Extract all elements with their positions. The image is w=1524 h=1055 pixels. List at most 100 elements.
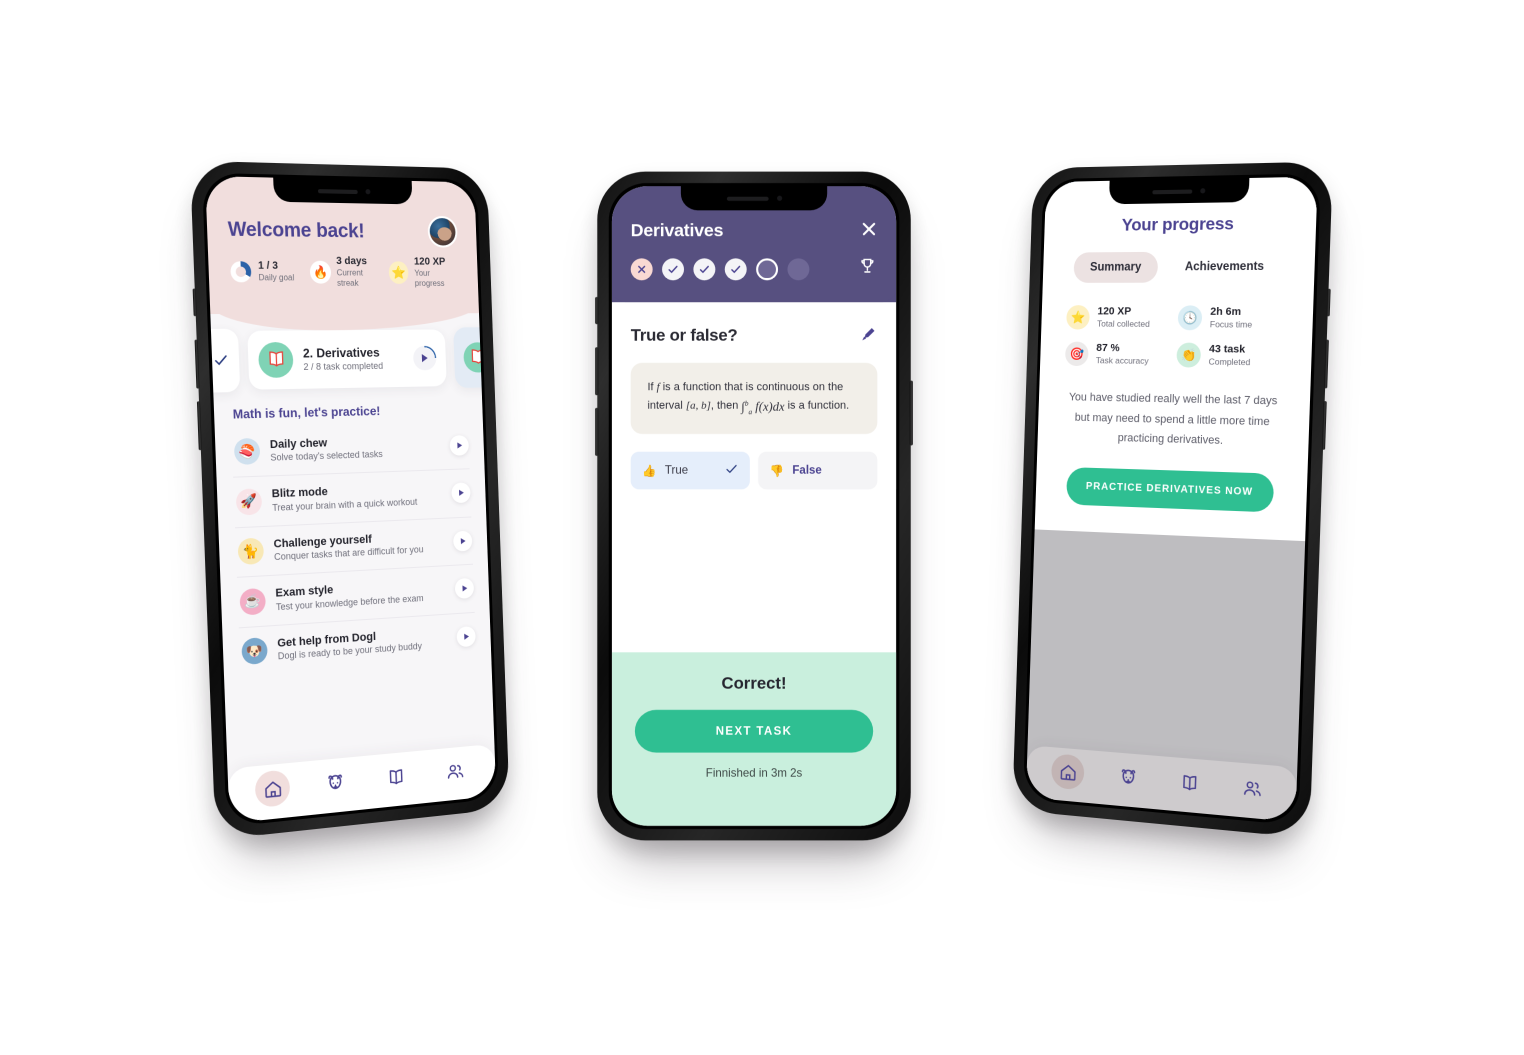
quiz-title: Derivatives xyxy=(631,221,878,242)
practice-task-list: 🍣 Daily chew Solve today's selected tasks… xyxy=(215,421,492,678)
play-progress-icon[interactable] xyxy=(413,345,437,370)
book-icon xyxy=(1178,771,1200,794)
course-card-current[interactable]: 2. Derivatives 2 / 8 task completed xyxy=(247,329,447,389)
task-play-button[interactable] xyxy=(455,578,475,599)
stat-label: Your progress xyxy=(414,268,459,288)
check-icon xyxy=(699,263,710,274)
thumbs-down-icon: 👎 xyxy=(770,464,784,478)
tab-dog[interactable] xyxy=(317,763,352,801)
metric-total-xp: ⭐ 120 XP Total collected xyxy=(1066,305,1170,330)
stat-value: 120 XP xyxy=(414,256,459,268)
metric-label: Task accuracy xyxy=(1096,355,1149,367)
metric-focus-time: 🕓 2h 6m Focus time xyxy=(1178,305,1287,331)
metric-value: 2h 6m xyxy=(1210,305,1253,319)
integral-expression: ∫ba f(x)dx xyxy=(741,397,784,419)
phone-notch xyxy=(1109,178,1250,204)
metric-label: Total collected xyxy=(1097,319,1150,331)
tab-home[interactable] xyxy=(255,769,291,808)
fire-icon: 🔥 xyxy=(310,260,331,283)
cross-icon xyxy=(636,263,647,274)
close-icon[interactable] xyxy=(861,221,878,238)
home-icon xyxy=(1057,760,1078,783)
question-heading: True or false? xyxy=(631,327,738,346)
stat-value: 1 / 3 xyxy=(258,260,294,272)
front-camera xyxy=(365,189,370,194)
step-dot-done[interactable] xyxy=(662,258,684,280)
phone-volume-down-button[interactable] xyxy=(197,401,202,450)
course-card-previous[interactable] xyxy=(205,328,240,392)
progress-ring-icon xyxy=(229,260,253,283)
phone-mute-button[interactable] xyxy=(193,289,197,317)
metric-label: Focus time xyxy=(1210,319,1253,331)
phone-mute-button[interactable] xyxy=(595,297,598,324)
question-text: If f is a function that is continuous on… xyxy=(647,379,860,419)
tab-book[interactable] xyxy=(1172,763,1207,801)
answer-options: 👍 True 👎 False xyxy=(631,452,878,490)
avatar[interactable] xyxy=(427,216,458,248)
task-subtitle: Solve today's selected tasks xyxy=(270,449,383,465)
phone-volume-down-button[interactable] xyxy=(595,408,598,456)
star-icon: ⭐ xyxy=(388,261,409,284)
trophy-icon[interactable] xyxy=(857,256,877,281)
metric-value: 43 task xyxy=(1209,343,1251,357)
course-card-next[interactable] xyxy=(453,327,496,388)
phone-power-button[interactable] xyxy=(910,381,913,446)
task-play-button[interactable] xyxy=(449,435,469,456)
stat-your-progress: ⭐ 120 XP Your progress xyxy=(388,256,459,288)
quiz-screen: Derivatives True or false? If f is a fun… xyxy=(612,186,896,826)
metric-value: 87 % xyxy=(1096,342,1149,356)
stat-daily-goal: 1 / 3 Daily goal xyxy=(229,260,305,283)
home-screen: Welcome back! 1 / 3 Daily goal 🔥 3 days … xyxy=(205,176,496,824)
phone-volume-up-button[interactable] xyxy=(195,340,200,389)
next-task-button[interactable]: NEXT TASK xyxy=(635,710,873,753)
task-emoji-icon: 🚀 xyxy=(236,488,263,515)
step-dot-done[interactable] xyxy=(693,258,715,280)
home-body: Welcome back! 1 / 3 Daily goal 🔥 3 days … xyxy=(205,176,496,824)
thumbs-up-icon: 👍 xyxy=(642,464,656,478)
tab-achievements[interactable]: Achievements xyxy=(1167,251,1282,283)
open-book-icon xyxy=(258,341,294,377)
phone-volume-down-button[interactable] xyxy=(1322,401,1327,450)
tab-home[interactable] xyxy=(1051,753,1085,790)
tab-people[interactable] xyxy=(1234,769,1270,807)
selected-check-icon xyxy=(725,463,739,480)
stat-label: Current streak xyxy=(336,268,383,289)
answer-true-button[interactable]: 👍 True xyxy=(631,452,750,490)
course-title: 2. Derivatives xyxy=(303,345,383,362)
tab-summary[interactable]: Summary xyxy=(1073,252,1158,283)
home-icon xyxy=(261,777,283,801)
highlighter-icon[interactable] xyxy=(860,325,878,348)
dog-icon xyxy=(1117,765,1138,788)
answer-false-button[interactable]: 👎 False xyxy=(758,452,877,490)
task-emoji-icon: 🍣 xyxy=(234,438,261,465)
tab-dog[interactable] xyxy=(1111,758,1145,796)
tab-people[interactable] xyxy=(438,752,471,789)
quiz-step-indicator xyxy=(631,256,878,281)
metric-completed: 👏 43 task Completed xyxy=(1176,343,1285,369)
front-camera xyxy=(1200,188,1205,193)
list-item[interactable]: 🍣 Daily chew Solve today's selected tasks xyxy=(231,421,469,477)
clap-icon: 👏 xyxy=(1176,343,1201,368)
tab-book[interactable] xyxy=(378,758,412,796)
task-play-button[interactable] xyxy=(453,530,473,551)
result-title: Correct! xyxy=(635,675,873,694)
progress-tabs: Summary Achievements xyxy=(1062,251,1294,283)
screenshot-canvas: Welcome back! 1 / 3 Daily goal 🔥 3 days … xyxy=(0,0,1524,1055)
task-play-button[interactable] xyxy=(451,483,471,504)
people-icon xyxy=(445,759,466,782)
task-emoji-icon: 🐈 xyxy=(238,538,265,566)
step-dot-done[interactable] xyxy=(725,258,747,280)
step-dot-wrong[interactable] xyxy=(631,258,653,280)
step-dot-current[interactable] xyxy=(756,258,778,280)
book-icon xyxy=(385,765,406,788)
practice-derivatives-button[interactable]: PRACTICE DERIVATIVES NOW xyxy=(1066,467,1274,512)
step-dot-todo[interactable] xyxy=(787,258,809,280)
finished-time-label: Finnished in 3m 2s xyxy=(635,767,873,780)
task-play-button[interactable] xyxy=(456,626,476,647)
quiz-body: True or false? If f is a function that i… xyxy=(612,302,896,489)
page-title: Your progress xyxy=(1063,213,1295,236)
phone-volume-up-button[interactable] xyxy=(1324,340,1329,389)
answer-label: True xyxy=(665,465,688,478)
phone-mute-button[interactable] xyxy=(1327,289,1331,317)
phone-volume-up-button[interactable] xyxy=(595,347,598,395)
